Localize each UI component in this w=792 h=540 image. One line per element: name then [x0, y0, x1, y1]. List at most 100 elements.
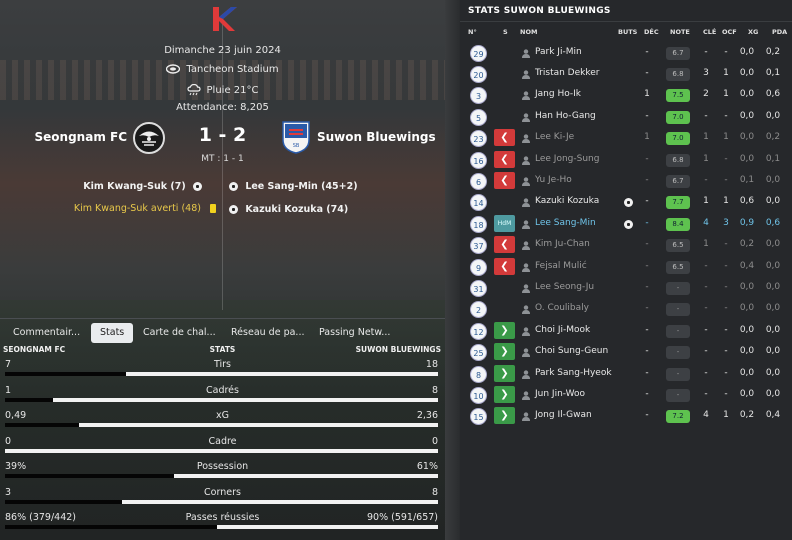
suwon-crest-icon[interactable]: SB [281, 120, 311, 154]
shirt-number: 37 [470, 237, 487, 255]
player-row[interactable]: 6 ❮ Yu Je-Ho - - -0,1 0,0 6.7 [460, 171, 792, 192]
tab-pass-network[interactable]: Réseau de pa... [231, 323, 304, 343]
player-row[interactable]: 20 Tristan Dekker - 3 1 0,0 0,1 6.8 [460, 64, 792, 85]
player-row[interactable]: 18 HdM Lee Sang-Min - 4 3 0,9 0,6 8.4 [460, 214, 792, 235]
player-profile-icon[interactable] [522, 134, 530, 144]
shirt-number: 20 [470, 65, 487, 83]
rating-badge: 6.5 [666, 239, 690, 253]
player-profile-icon[interactable] [522, 327, 530, 336]
player-profile-icon[interactable] [522, 348, 530, 358]
shirt-number: 2 [470, 301, 487, 319]
player-name[interactable]: Yu Je-Ho [535, 175, 572, 185]
player-name[interactable]: Jang Ho-Ik [535, 89, 581, 99]
player-name[interactable]: Jong Il-Gwan [535, 410, 592, 420]
player-row[interactable]: 37 ❮ Kim Ju-Chan -1-0,2 0,0 6.5 [460, 235, 792, 256]
away-team-name[interactable]: Suwon Bluewings [317, 130, 436, 144]
col-header-ocf[interactable]: OCF [722, 28, 737, 36]
col-header-num[interactable]: N° [468, 28, 477, 36]
stat-xg: 0,9 [739, 217, 755, 228]
col-header-pda[interactable]: PDA [772, 28, 787, 36]
player-row[interactable]: 29 Park Ji-Min - - -0,0 0,2 6.7 [460, 43, 792, 64]
col-header-goals[interactable]: BUTS [618, 28, 637, 36]
player-profile-icon[interactable] [522, 177, 530, 186]
player-row[interactable]: 8 ❯ Park Sang-Hyeok - - -0,0 0,0- [460, 364, 792, 385]
tab-passing-network[interactable]: Passing Netw... [319, 323, 390, 343]
halftime-score: MT : 1 - 1 [201, 154, 244, 164]
tab-commentary[interactable]: Commentair... [13, 323, 80, 343]
player-row[interactable]: 31 Lee Seong-Ju - - -0,0 0,0- [460, 278, 792, 299]
player-row[interactable]: 3 Jang Ho-Ik 1 2 1 0,0 0,6 7.5 [460, 85, 792, 106]
away-event-text: Lee Sang-Min (45+2) [245, 181, 358, 192]
player-row[interactable]: 2 O. Coulibaly - - -0,0 0,0- [460, 299, 792, 320]
player-profile-icon[interactable] [522, 391, 530, 400]
player-row[interactable]: 14 Kazuki Kozuka - 1 1 0,6 0,0 7.7 [460, 192, 792, 213]
stadium-icon [166, 64, 181, 74]
player-profile-icon[interactable] [522, 198, 530, 208]
stat-name: Possession [196, 461, 249, 472]
player-profile-icon[interactable] [522, 220, 530, 229]
player-name[interactable]: Lee Ki-Je [535, 132, 574, 142]
player-profile-icon[interactable] [522, 262, 530, 272]
player-name[interactable]: Lee Seong-Ju [535, 282, 594, 292]
home-team-name[interactable]: Seongnam FC [35, 130, 127, 144]
stat-dec: - [645, 346, 649, 357]
sub-out-icon: ❮ [494, 129, 515, 147]
player-profile-icon[interactable] [522, 91, 530, 101]
stat-ocf: - [724, 281, 728, 292]
rating-badge: 7.2 [666, 410, 690, 424]
player-profile-icon[interactable] [522, 48, 530, 58]
player-profile-icon[interactable] [522, 305, 530, 315]
player-name[interactable]: Kim Ju-Chan [535, 239, 590, 249]
player-row[interactable]: 16 ❮ Lee Jong-Sung -1-0,0 0,1 6.8 [460, 150, 792, 171]
player-name[interactable]: Kazuki Kozuka [535, 196, 599, 206]
stat-xg: 0,4 [739, 260, 755, 271]
stat-ocf: 1 [723, 410, 729, 421]
player-row[interactable]: 12 ❯ Choi Ji-Mook - - -0,0 0,0- [460, 321, 792, 342]
player-profile-icon[interactable] [522, 113, 530, 122]
player-name[interactable]: O. Coulibaly [535, 303, 589, 313]
player-profile-icon[interactable] [522, 241, 530, 251]
col-header-key[interactable]: CLÉ [703, 28, 716, 36]
player-profile-icon[interactable] [522, 155, 530, 165]
stat-dec: - [645, 110, 649, 121]
stat-pda: 0,2 [765, 132, 781, 143]
player-name[interactable]: Lee Jong-Sung [535, 154, 599, 164]
stat-pda: 0,0 [765, 388, 781, 399]
player-name[interactable]: Fejsal Mulić [535, 261, 587, 271]
player-row[interactable]: 5 Han Ho-Gang - - -0,0 0,0 7.0 [460, 107, 792, 128]
seongnam-crest-icon[interactable] [132, 121, 166, 155]
tab-stats[interactable]: Stats [91, 323, 134, 343]
player-name[interactable]: Choi Sung-Geun [535, 346, 608, 356]
player-name[interactable]: Jun Jin-Woo [535, 389, 585, 399]
col-header-name[interactable]: NOM [520, 28, 537, 36]
col-header-dec[interactable]: DÉC [644, 28, 659, 36]
player-profile-icon[interactable] [522, 412, 530, 422]
player-row[interactable]: 23 ❮ Lee Ki-Je 1 1 1 0,0 0,2 7.0 [460, 128, 792, 149]
shirt-number: 12 [470, 322, 487, 340]
stat-bar [5, 474, 438, 478]
stat-dec: 1 [644, 132, 650, 143]
shirt-number: 10 [470, 386, 487, 404]
player-row[interactable]: 10 ❯ Jun Jin-Woo - - -0,0 0,0- [460, 385, 792, 406]
player-name[interactable]: Park Sang-Hyeok [535, 368, 612, 378]
player-name[interactable]: Choi Ji-Mook [535, 325, 590, 335]
player-row[interactable]: 9 ❮ Fejsal Mulić - - -0,4 0,0 6.5 [460, 257, 792, 278]
rating-badge: 6.8 [666, 153, 690, 167]
tab-heatmap[interactable]: Carte de chal... [143, 323, 216, 343]
player-name[interactable]: Tristan Dekker [535, 68, 599, 78]
stat-name: Cadrés [206, 384, 239, 396]
player-row[interactable]: 25 ❯ Choi Sung-Geun - - -0,0 0,0- [460, 342, 792, 363]
player-name[interactable]: Park Ji-Min [535, 47, 582, 57]
col-header-xg[interactable]: XG [748, 28, 758, 36]
player-profile-icon[interactable] [522, 284, 530, 293]
col-header-sub[interactable]: S [503, 28, 508, 36]
player-profile-icon[interactable] [522, 369, 530, 379]
player-profile-icon[interactable] [522, 70, 530, 79]
player-row[interactable]: 15 ❯ Jong Il-Gwan - 4 1 0,2 0,4 7.2 [460, 406, 792, 427]
player-name[interactable]: Han Ho-Gang [535, 111, 596, 121]
player-name[interactable]: Lee Sang-Min [535, 218, 596, 228]
stat-name: Corners [204, 486, 241, 498]
col-header-note[interactable]: NOTE [670, 28, 690, 36]
sub-in-icon: ❯ [494, 321, 515, 339]
stat-bar-home-fill [5, 474, 174, 478]
